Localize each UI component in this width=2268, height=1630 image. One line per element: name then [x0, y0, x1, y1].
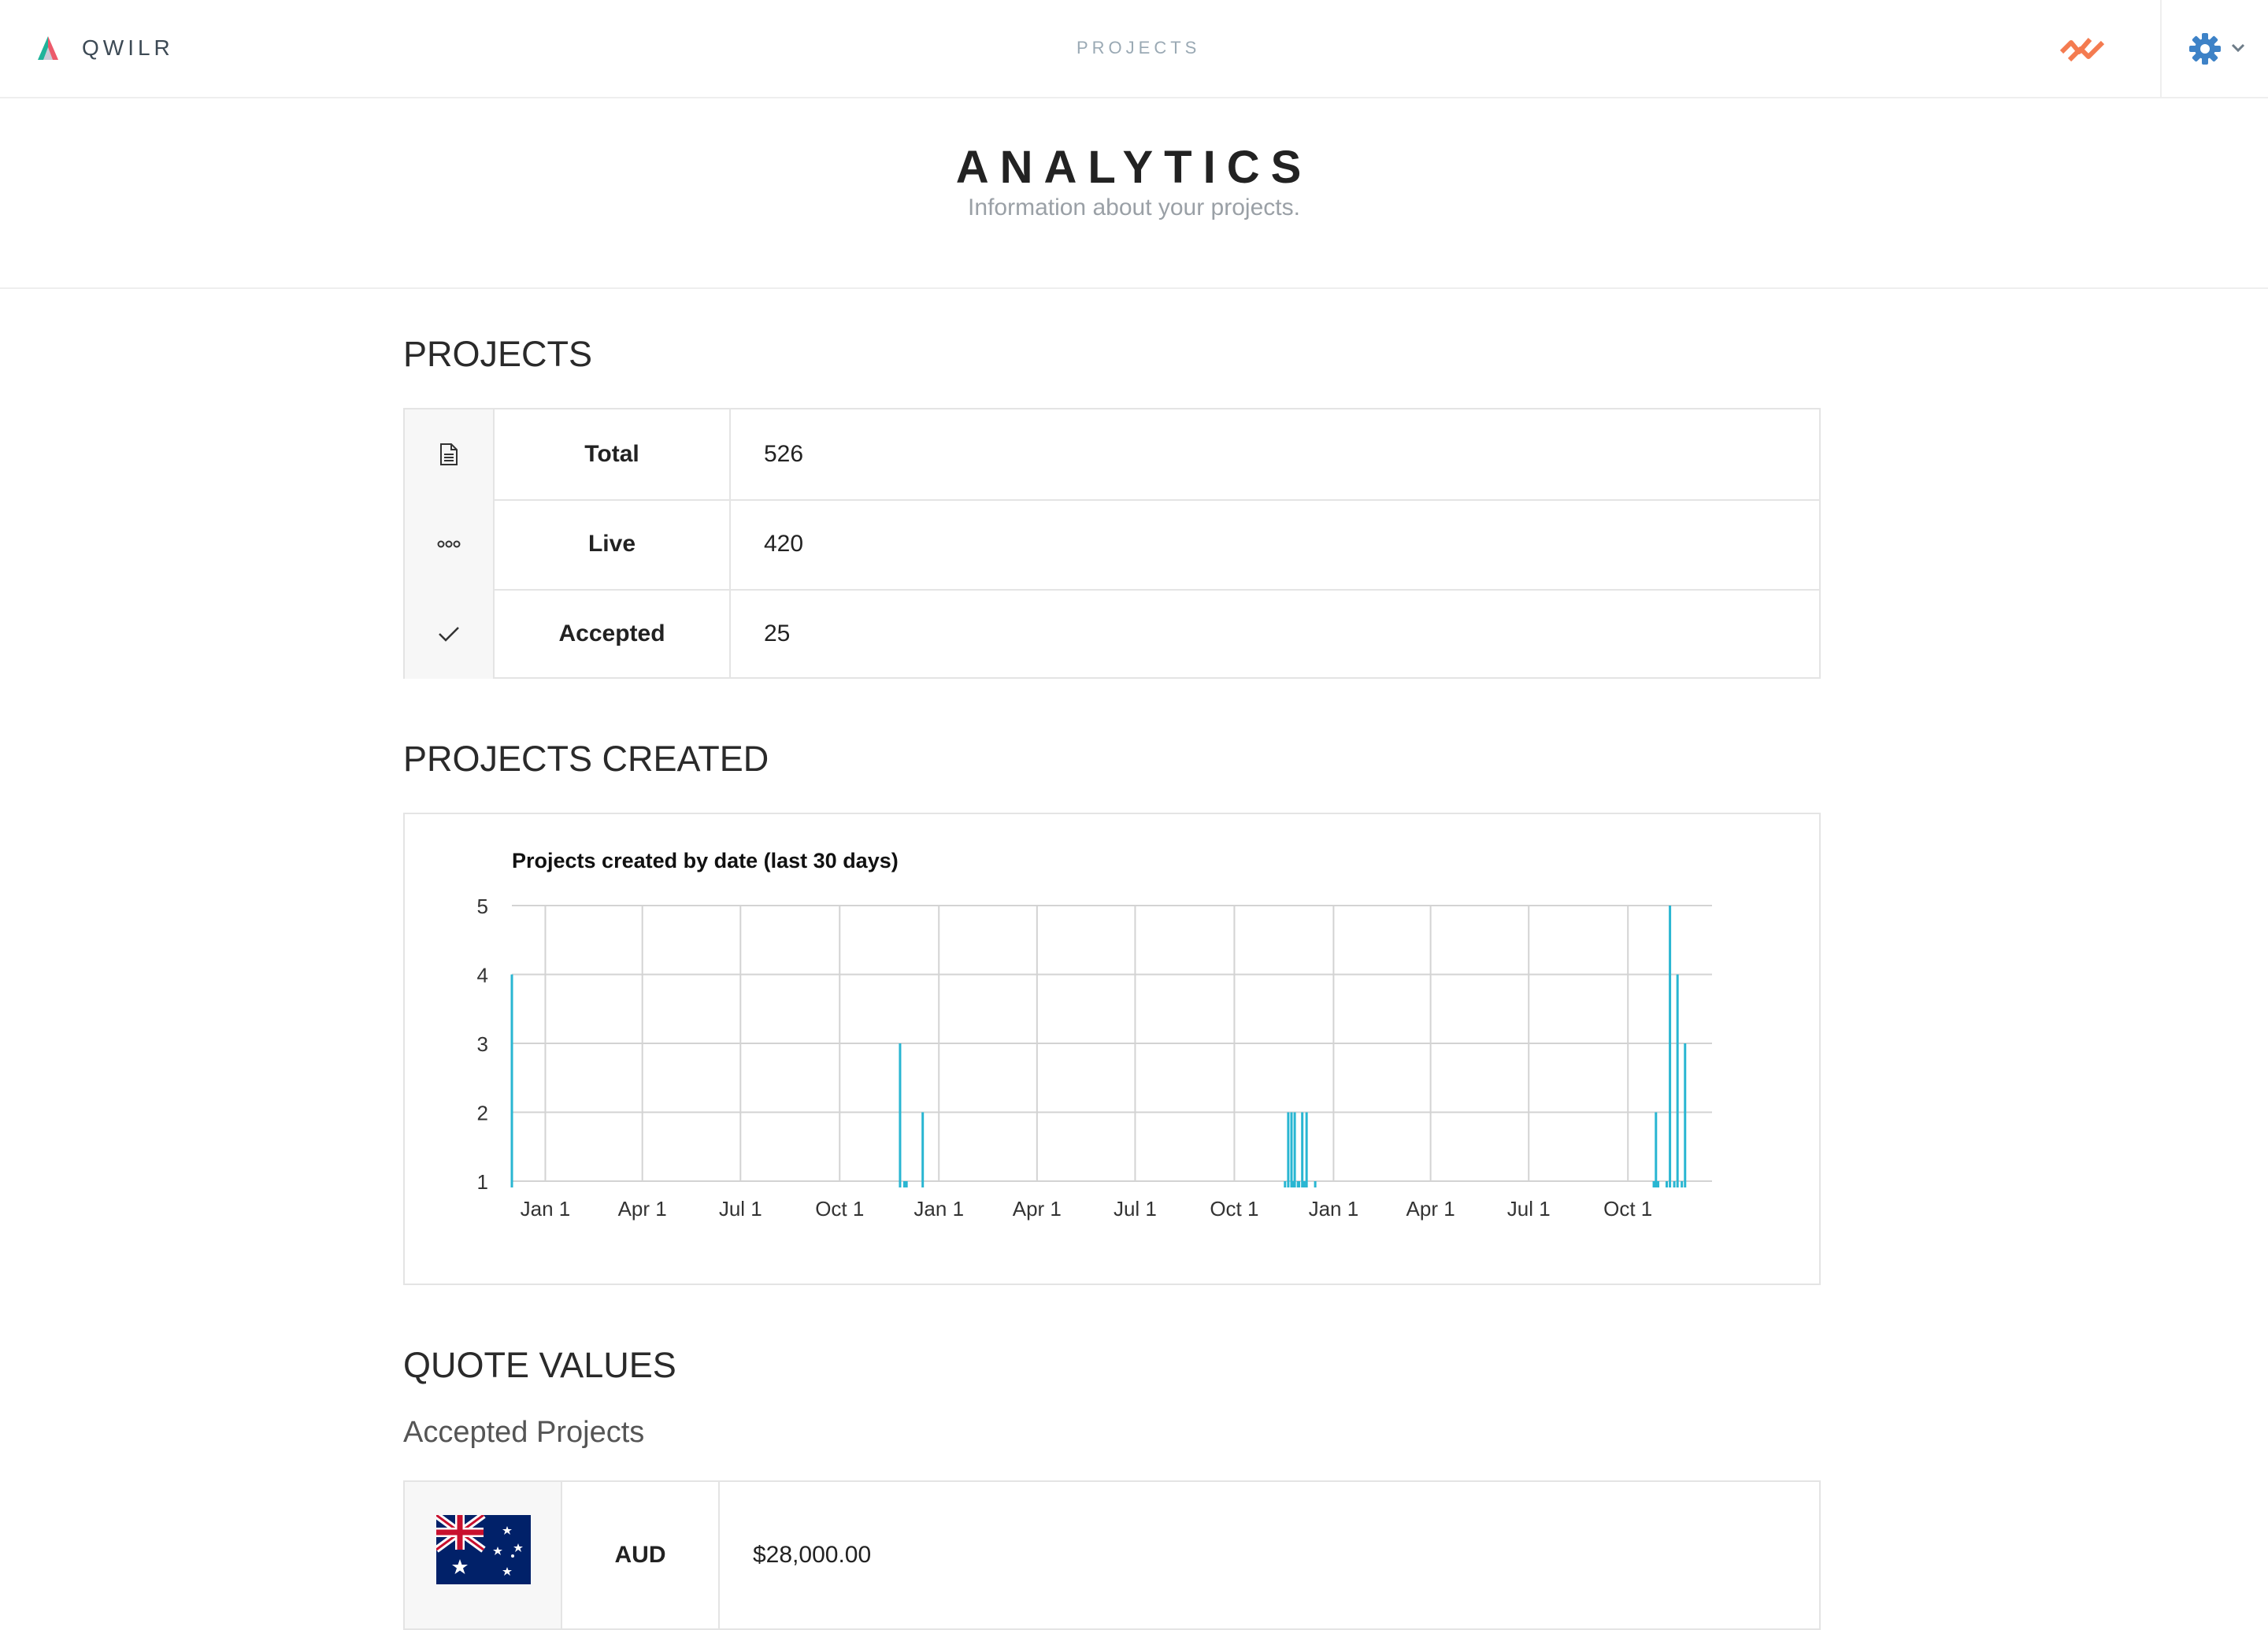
chart-bar [1293, 1112, 1296, 1187]
stat-label: Accepted [495, 589, 731, 679]
stat-value: 25 [764, 621, 791, 646]
settings-menu-button[interactable] [2160, 0, 2268, 97]
chart-bar [899, 1043, 902, 1187]
chart-bar [1665, 1181, 1668, 1187]
chevron-down-icon [2231, 43, 2245, 53]
stat-value: 420 [764, 531, 804, 557]
quote-value: $28,000.00 [753, 1542, 872, 1568]
chart-bar [1676, 974, 1679, 1187]
x-tick-label: Apr 1 [1406, 1197, 1455, 1221]
chart-bar [1303, 1181, 1306, 1187]
projects-section-title: PROJECTS [403, 334, 593, 374]
chart-bar [1673, 1181, 1676, 1187]
ellipsis-icon [437, 540, 461, 548]
qwilr-logo-icon [38, 36, 58, 60]
page-title: ANALYTICS [955, 142, 1313, 193]
chart-bar [1298, 1181, 1301, 1187]
quote-values-section-title: QUOTE VALUES [403, 1345, 676, 1385]
currency-code: AUD [562, 1482, 720, 1628]
y-tick-label: 3 [477, 1032, 488, 1056]
chart-title: Projects created by date (last 30 days) [512, 849, 899, 872]
x-tick-label: Oct 1 [1210, 1197, 1258, 1221]
accepted-projects-subtitle: Accepted Projects [403, 1416, 645, 1449]
y-tick-label: 5 [477, 895, 488, 918]
page-header: ANALYTICS Information about your project… [0, 97, 2268, 289]
stat-value: 526 [764, 441, 804, 467]
x-tick-label: Jan 1 [521, 1197, 571, 1221]
australia-flag-icon [436, 1515, 531, 1584]
chart-bar [1669, 906, 1672, 1187]
x-tick-label: Jul 1 [1114, 1197, 1157, 1221]
brand-name: QWILR [82, 35, 174, 60]
top-navigation-bar: QWILR PROJECTS [0, 0, 2268, 98]
activity-button[interactable] [2059, 28, 2107, 69]
chart-bar [921, 1112, 925, 1187]
chart-bar [1657, 1181, 1660, 1187]
chart-bar [905, 1181, 908, 1187]
chart-bar [1655, 1112, 1658, 1187]
gear-icon [2189, 33, 2221, 65]
chart-bar [902, 1181, 906, 1187]
x-tick-label: Jul 1 [1507, 1197, 1551, 1221]
chart-bar [1305, 1112, 1308, 1187]
x-tick-label: Jan 1 [1309, 1197, 1359, 1221]
table-row: Total 526 [405, 409, 1819, 501]
projects-created-chart: Projects created by date (last 30 days) 1… [403, 813, 1821, 1285]
chart-bar [1287, 1112, 1290, 1187]
y-tick-label: 4 [477, 964, 488, 987]
nav-projects-link[interactable]: PROJECTS [1077, 38, 1196, 58]
page-subtitle: Information about your projects. [968, 194, 1300, 220]
chart-bar [1314, 1181, 1317, 1187]
x-tick-label: Oct 1 [1603, 1197, 1652, 1221]
chart-bar [510, 974, 513, 1187]
quote-values-table: AUD $28,000.00 [403, 1480, 1821, 1630]
x-tick-label: Oct 1 [815, 1197, 864, 1221]
chart-bar [1652, 1181, 1655, 1187]
check-icon [439, 627, 459, 642]
x-tick-label: Jan 1 [914, 1197, 964, 1221]
table-row: Accepted 25 [405, 589, 1819, 679]
x-tick-label: Jul 1 [719, 1197, 762, 1221]
chart-svg: Projects created by date (last 30 days) 1… [477, 849, 1712, 1221]
projects-stats-table: Total 526 Live 420 Accepted 25 [403, 408, 1821, 679]
chart-bar [1684, 1043, 1687, 1187]
chart-bar [1284, 1181, 1287, 1187]
activity-icon [2059, 38, 2105, 62]
chart-bar [1681, 1181, 1684, 1187]
brand[interactable]: QWILR [35, 30, 174, 66]
y-tick-label: 1 [477, 1170, 488, 1194]
chart-bar [1301, 1112, 1304, 1187]
x-tick-label: Apr 1 [1013, 1197, 1062, 1221]
x-tick-label: Apr 1 [618, 1197, 667, 1221]
chart-bar [1290, 1112, 1293, 1187]
document-icon [440, 443, 458, 465]
projects-created-section-title: PROJECTS CREATED [403, 739, 769, 779]
y-tick-label: 2 [477, 1102, 488, 1125]
stat-label: Live [495, 499, 731, 589]
stat-label: Total [495, 409, 731, 499]
table-row: Live 420 [405, 499, 1819, 591]
